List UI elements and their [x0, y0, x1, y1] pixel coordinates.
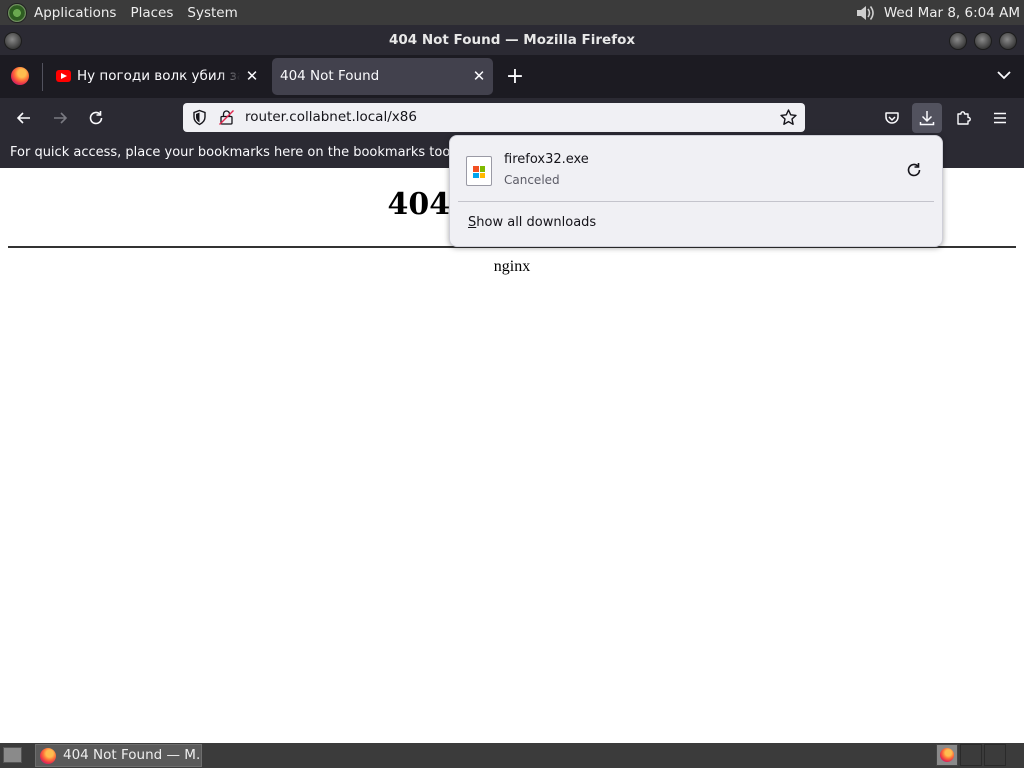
address-bar[interactable]: router.collabnet.local/x86: [183, 103, 805, 132]
pocket-button[interactable]: [877, 103, 907, 133]
exe-file-icon: [466, 156, 492, 186]
list-all-tabs-icon[interactable]: [994, 65, 1014, 85]
firefox-view-icon[interactable]: [11, 67, 29, 85]
downloads-panel: firefox32.exe Canceled Show all download…: [449, 135, 943, 247]
tab-close-icon[interactable]: ✕: [471, 58, 487, 95]
tab-separator: [42, 63, 43, 91]
new-tab-button[interactable]: +: [503, 63, 527, 90]
minimize-button[interactable]: [949, 32, 967, 50]
show-all-downloads-button[interactable]: Show all downloads: [468, 215, 596, 230]
distro-logo-icon[interactable]: [7, 2, 27, 23]
forward-arrow-icon: [54, 112, 68, 124]
maximize-button[interactable]: [974, 32, 992, 50]
server-signature: nginx: [493, 258, 531, 275]
retry-download-icon[interactable]: [904, 160, 924, 180]
insecure-lock-icon[interactable]: [218, 109, 235, 126]
show-desktop-icon[interactable]: [3, 747, 22, 763]
tab-404[interactable]: 404 Not Found ✕: [272, 58, 493, 95]
url-text[interactable]: router.collabnet.local/x86: [245, 103, 417, 132]
reload-button[interactable]: [81, 103, 111, 133]
pocket-icon: [885, 112, 899, 124]
downloads-button[interactable]: [912, 103, 942, 133]
workspace-3[interactable]: [984, 744, 1006, 766]
window-titlebar[interactable]: 404 Not Found — Mozilla Firefox: [0, 25, 1024, 55]
tracking-protection-icon[interactable]: [191, 109, 208, 126]
clock[interactable]: Wed Mar 8, 6:04 AM: [884, 5, 1020, 21]
back-arrow-icon: [16, 112, 30, 124]
show-all-label: how all downloads: [476, 215, 597, 230]
reload-icon: [89, 111, 103, 125]
tab-youtube[interactable]: Ну погоди волк убил зайца ✕: [48, 58, 266, 95]
top-panel: Applications Places System Wed Mar 8, 6:…: [0, 0, 1024, 25]
bottom-panel: 404 Not Found — M...: [0, 743, 1024, 768]
back-button[interactable]: [9, 103, 39, 133]
workspace-1-firefox-icon[interactable]: [936, 744, 958, 766]
taskbar-window-label: 404 Not Found — M...: [63, 747, 202, 763]
window-menu-icon[interactable]: [4, 32, 22, 50]
workspace-2[interactable]: [960, 744, 982, 766]
bookmarks-hint-text: For quick access, place your bookmarks h…: [10, 145, 479, 160]
page-content: 404 Not Found nginx: [0, 168, 1024, 743]
puzzle-icon: [957, 111, 971, 125]
extensions-button[interactable]: [949, 103, 979, 133]
panel-separator: [458, 201, 934, 202]
places-menu[interactable]: Places: [130, 5, 173, 21]
download-status: Canceled: [504, 173, 560, 187]
taskbar-window-button[interactable]: 404 Not Found — M...: [35, 744, 202, 767]
forward-button[interactable]: [45, 103, 75, 133]
firefox-icon: [40, 748, 56, 764]
tab-strip: Ну погоди волк убил зайца ✕ 404 Not Foun…: [0, 55, 1024, 98]
tab-label: 404 Not Found: [280, 68, 380, 84]
close-window-button[interactable]: [999, 32, 1017, 50]
youtube-icon: [56, 70, 71, 82]
download-icon: [919, 111, 935, 126]
volume-icon[interactable]: [854, 2, 876, 24]
bookmark-star-icon[interactable]: [779, 108, 798, 127]
applications-menu[interactable]: Applications: [34, 5, 116, 21]
system-menu[interactable]: System: [187, 5, 237, 21]
tab-close-icon[interactable]: ✕: [244, 58, 260, 95]
hamburger-menu-icon: [994, 112, 1006, 124]
window-title: 404 Not Found — Mozilla Firefox: [388, 32, 636, 48]
tab-label: Ну погоди волк убил зайца: [77, 58, 240, 95]
app-menu-button[interactable]: [985, 103, 1015, 133]
download-file-name[interactable]: firefox32.exe: [504, 152, 589, 167]
nav-toolbar: router.collabnet.local/x86: [0, 98, 1024, 138]
